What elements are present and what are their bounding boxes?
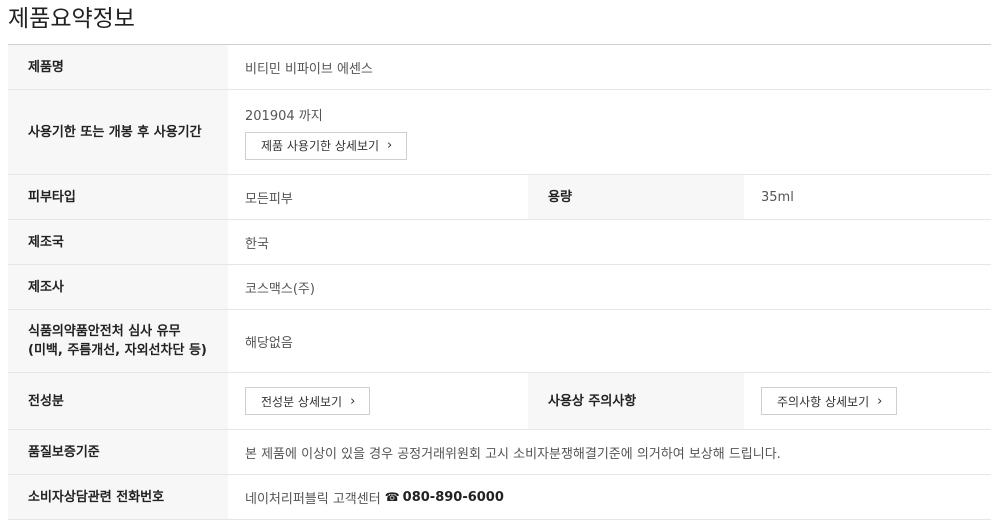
skin-type-label: 피부타입 [8,175,228,219]
ingredients-detail-button-label: 전성분 상세보기 [261,394,343,409]
maker-value: 코스맥스(주) [228,265,991,309]
product-name-label: 제품명 [8,45,228,89]
review-label-line2: (미백, 주름개선, 자외선차단 등) [28,343,207,358]
caution-label: 사용상 주의사항 [528,373,744,429]
row-warranty: 품질보증기준 본 제품에 이상이 있을 경우 공정거래위원회 고시 소비자분쟁해… [8,430,991,475]
volume-label: 용량 [528,175,744,219]
expiry-stack: 201904 까지 제품 사용기한 상세보기 › [245,105,408,160]
phone-number-text: 080-890-6000 [402,489,504,505]
ingredients-cell: 전성분 상세보기 › [228,373,528,429]
phone-icon: ☎ [384,489,400,504]
row-expiry: 사용기한 또는 개봉 후 사용기간 201904 까지 제품 사용기한 상세보기… [8,90,991,175]
expiry-label: 사용기한 또는 개봉 후 사용기간 [8,90,228,174]
expiry-value: 201904 까지 [245,108,323,124]
row-maker: 제조사 코스맥스(주) [8,265,991,310]
caution-cell: 주의사항 상세보기 › [744,373,991,429]
product-summary-table: 제품명 비티민 비파이브 에센스 사용기한 또는 개봉 후 사용기간 20190… [8,44,991,520]
phone-number: ☎ 080-890-6000 [385,490,504,505]
row-product-name: 제품명 비티민 비파이브 에센스 [8,45,991,90]
warranty-value: 본 제품에 이상이 있을 경우 공정거래위원회 고시 소비자분쟁해결기준에 의거… [228,430,991,474]
caution-detail-button-label: 주의사항 상세보기 [777,394,870,409]
chevron-right-icon: › [350,393,356,409]
country-value: 한국 [228,220,991,264]
consult-value: 네이처리퍼블릭 고객센터 [245,491,381,507]
row-review: 식품의약품안전처 심사 유무 (미백, 주름개선, 자외선차단 등) 해당없음 [8,310,991,373]
warranty-label: 품질보증기준 [8,430,228,474]
skin-type-value: 모든피부 [228,175,528,219]
consult-label: 소비자상담관련 전화번호 [8,475,228,519]
product-name-value: 비티민 비파이브 에센스 [228,45,991,89]
row-country: 제조국 한국 [8,220,991,265]
expiry-detail-button[interactable]: 제품 사용기한 상세보기 › [245,131,408,160]
expiry-cell: 201904 까지 제품 사용기한 상세보기 › [228,90,991,174]
country-label: 제조국 [8,220,228,264]
ingredients-detail-button[interactable]: 전성분 상세보기 › [245,387,371,415]
volume-value: 35ml [744,175,991,219]
ingredients-label: 전성분 [8,373,228,429]
chevron-right-icon: › [387,138,393,153]
page-title: 제품요약정보 [8,6,135,32]
consult-cell: 네이처리퍼블릭 고객센터 ☎ 080-890-6000 [228,475,991,519]
review-value: 해당없음 [228,310,991,372]
chevron-right-icon: › [877,393,883,409]
row-ingredients: 전성분 전성분 상세보기 › 사용상 주의사항 주의사항 상세보기 › [8,373,991,430]
expiry-detail-button-label: 제품 사용기한 상세보기 [261,139,380,153]
review-label-line1: 식품의약품안전처 심사 유무 [28,324,181,339]
review-label: 식품의약품안전처 심사 유무 (미백, 주름개선, 자외선차단 등) [8,310,228,372]
maker-label: 제조사 [8,265,228,309]
caution-detail-button[interactable]: 주의사항 상세보기 › [761,387,898,415]
row-consult: 소비자상담관련 전화번호 네이처리퍼블릭 고객센터 ☎ 080-890-6000 [8,475,991,520]
row-skin-type: 피부타입 모든피부 용량 35ml [8,175,991,220]
